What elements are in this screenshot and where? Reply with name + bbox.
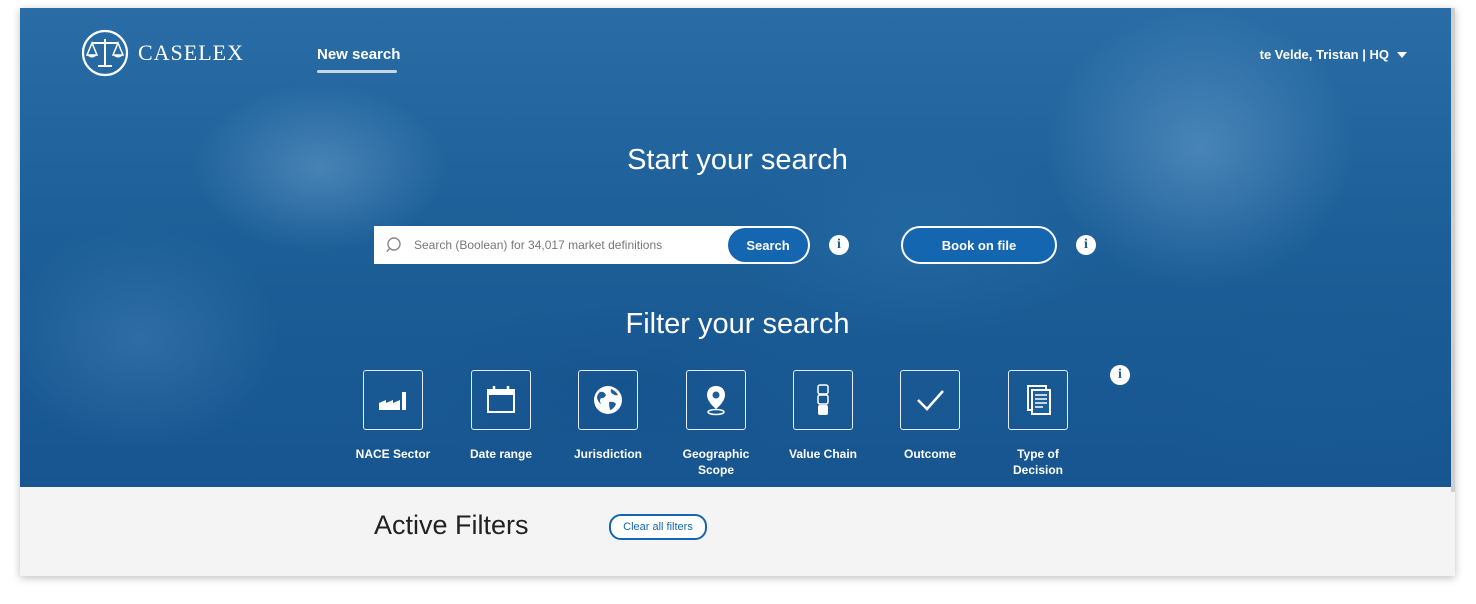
caret-down-icon bbox=[1397, 51, 1407, 58]
filter-label: Value Chain bbox=[788, 447, 858, 461]
user-menu[interactable]: te Velde, Tristan | HQ bbox=[1260, 47, 1407, 62]
checkmark-icon bbox=[917, 390, 944, 411]
brand-name: CASELEX bbox=[138, 40, 244, 65]
filter-heading: Filter your search bbox=[625, 308, 850, 340]
filter-jurisdiction[interactable]: Jurisdiction bbox=[568, 370, 648, 462]
filter-type-of-decision[interactable]: Type of Decision bbox=[998, 370, 1078, 478]
search-info-icon[interactable]: i bbox=[829, 235, 849, 255]
search-button[interactable]: Search bbox=[728, 228, 808, 262]
book-on-file-button[interactable]: Book on file bbox=[901, 226, 1057, 264]
user-name: te Velde, Tristan | HQ bbox=[1259, 47, 1389, 62]
filter-value-chain[interactable]: Value Chain bbox=[783, 370, 863, 462]
calendar-icon bbox=[487, 386, 515, 413]
book-info-icon[interactable]: i bbox=[1076, 235, 1096, 255]
filter-label: Geographic Scope bbox=[682, 447, 750, 477]
filter-geographic-scope[interactable]: Geographic Scope bbox=[676, 370, 756, 478]
document-icon bbox=[1027, 385, 1051, 415]
nav-active-indicator bbox=[317, 70, 397, 73]
scales-logo-icon bbox=[81, 29, 129, 77]
active-filters-title: Active Filters bbox=[374, 510, 529, 540]
search-heading: Start your search bbox=[627, 144, 848, 176]
hero-banner: CASELEX New search te Velde, Tristan | H… bbox=[20, 8, 1455, 487]
scrollbar[interactable] bbox=[1451, 8, 1455, 492]
filter-label: Outcome bbox=[903, 447, 956, 461]
search-bar: Search bbox=[374, 226, 810, 264]
brand-logo[interactable]: CASELEX bbox=[80, 28, 244, 78]
clear-all-filters-button[interactable]: Clear all filters bbox=[609, 514, 707, 540]
filter-label: Jurisdiction bbox=[573, 447, 642, 461]
globe-icon bbox=[594, 386, 622, 414]
map-pin-icon bbox=[707, 386, 725, 416]
search-icon bbox=[386, 237, 401, 253]
filter-outcome[interactable]: Outcome bbox=[890, 370, 970, 462]
filter-nace-sector[interactable]: NACE Sector bbox=[353, 370, 433, 462]
filter-label: NACE Sector bbox=[355, 447, 431, 461]
filter-label: Type of Decision bbox=[1012, 447, 1063, 477]
filter-label: Date range bbox=[469, 447, 533, 461]
search-input[interactable] bbox=[412, 237, 716, 253]
app-window: CASELEX New search te Velde, Tristan | H… bbox=[20, 8, 1455, 576]
filter-date-range[interactable]: Date range bbox=[461, 370, 541, 462]
chain-icon bbox=[817, 384, 829, 415]
factory-icon bbox=[379, 392, 406, 410]
filter-info-icon[interactable]: i bbox=[1110, 365, 1130, 385]
nav-new-search[interactable]: New search bbox=[317, 46, 400, 63]
